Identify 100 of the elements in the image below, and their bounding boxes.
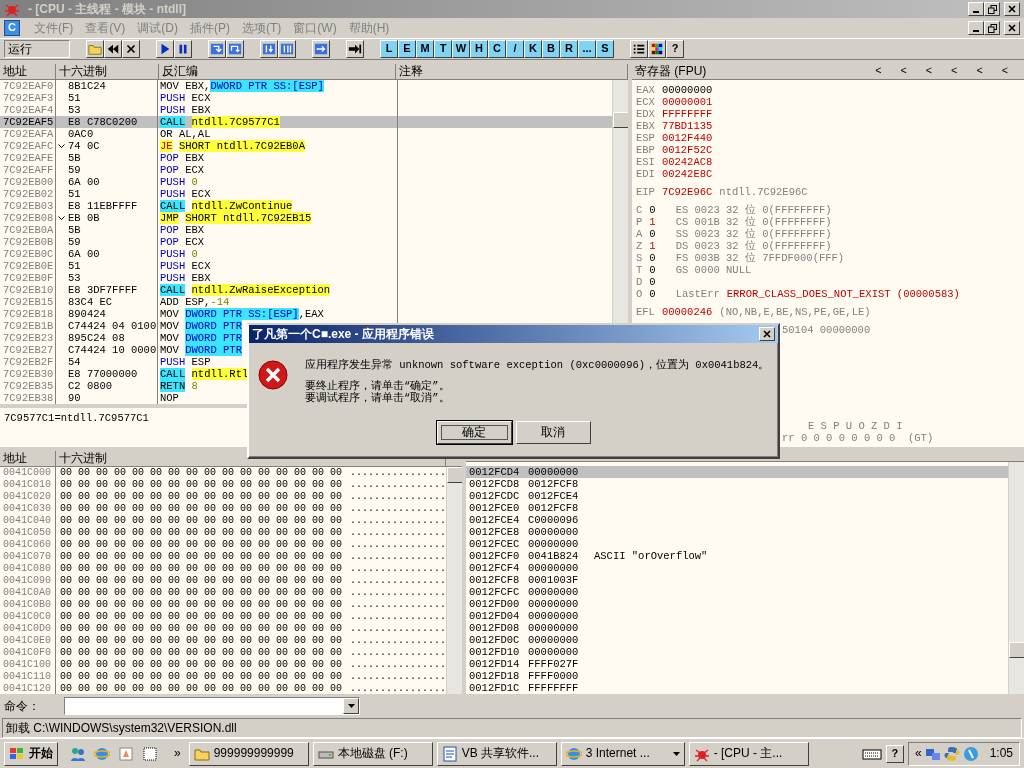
close-button[interactable] (759, 327, 775, 341)
taskbar-button[interactable]: VB 共享软件... (436, 741, 557, 766)
browser-icon (94, 745, 110, 762)
hex-cell: 6A 00 (68, 176, 100, 188)
register-value: 7C92E96C (661, 186, 713, 198)
toolbar-button[interactable] (648, 40, 666, 58)
toolbar-button[interactable]: K (524, 40, 542, 58)
toolbar-button[interactable]: L (380, 40, 398, 58)
address-cell: 7C92EB35 (0, 380, 56, 392)
scrollbar[interactable] (1008, 462, 1024, 694)
toolbar-button[interactable] (226, 40, 244, 58)
hex-cell: 895C24 08 (68, 332, 125, 344)
scroll-thumb[interactable] (1009, 642, 1024, 658)
toolbar-button[interactable]: W (452, 40, 470, 58)
scrollbar[interactable] (446, 467, 462, 694)
address-cell: 0041C000 (0, 467, 56, 479)
dialog-button[interactable]: 取消 (515, 420, 591, 444)
address-cell-text: 0012FCFC (468, 586, 521, 598)
restore-button[interactable] (984, 21, 1000, 35)
value-cell-text: 00000000 (528, 598, 580, 610)
help-button[interactable]: ? (666, 40, 684, 58)
help-button[interactable]: ? (885, 744, 904, 763)
address-cell: 7C92EAFA (0, 128, 56, 140)
taskbar-button[interactable]: 本地磁盘 (F:) (312, 741, 433, 766)
toolbar-button[interactable]: B (542, 40, 560, 58)
minimize-button[interactable] (968, 2, 984, 16)
register-value: 00000001 (661, 96, 713, 108)
column-header[interactable]: 地址 (0, 64, 56, 79)
arrow-button[interactable]: < (973, 64, 999, 79)
restore-button[interactable] (984, 2, 1000, 16)
register-name: EBX (636, 120, 655, 132)
toolbar-button[interactable]: E (398, 40, 416, 58)
quick-launch-button[interactable] (118, 745, 134, 762)
value-cell-text: FFFF027F (528, 658, 580, 670)
command-field[interactable] (64, 697, 360, 715)
start-button[interactable]: 开始 (4, 741, 58, 766)
minimize-button[interactable] (968, 21, 984, 35)
address-cell: 7C92EB08 (0, 212, 56, 224)
toolbar-button[interactable]: ... (578, 40, 596, 58)
more-button[interactable]: » (170, 746, 185, 761)
arrow-button[interactable]: < (897, 64, 923, 79)
toolbar-button[interactable] (278, 40, 296, 58)
quick-launch-button[interactable] (142, 745, 158, 762)
toolbar-button[interactable] (122, 40, 140, 58)
arrow-button[interactable]: < (948, 64, 974, 79)
register-value: 0012F440 (661, 132, 713, 144)
column-header[interactable]: 注释 (396, 64, 628, 79)
comment-cell: ASCII "orOverflow" (594, 550, 708, 562)
scroll-thumb[interactable] (613, 112, 628, 128)
toolbar-button[interactable] (312, 40, 330, 58)
toolbar-button[interactable]: R (560, 40, 578, 58)
close-button[interactable] (1004, 2, 1020, 16)
taskbar-button[interactable]: 3 Internet ... (560, 741, 685, 766)
taskbar-button[interactable]: - [CPU - 主... (688, 741, 809, 766)
toolbar-button[interactable] (174, 40, 192, 58)
register-comment: (NO,NB,E,BE,NS,PE,GE,LE) (719, 306, 871, 318)
toolbar-button[interactable] (260, 40, 278, 58)
hex-cell-text: 00 00 00 00 00 00 00 00 00 00 00 00 00 00 00 00 (59, 539, 344, 551)
arrow-button[interactable]: < (922, 64, 949, 79)
address-cell: 7C92EB03 (0, 200, 56, 212)
ascii-cell-text: ................ (349, 491, 446, 503)
toolbar-button[interactable]: C (488, 40, 506, 58)
hex-cell: 53 (68, 272, 81, 284)
toolbar-button[interactable] (156, 40, 174, 58)
toolbar-button[interactable]: / (506, 40, 524, 58)
toolbar-button[interactable] (104, 40, 122, 58)
column-header[interactable]: 十六进制 (55, 64, 159, 79)
toolbar-button[interactable]: H (470, 40, 488, 58)
selected-row[interactable]: 0012FCD4 00000000 (466, 466, 1008, 478)
fpu-info: 50104 00000000 (782, 324, 871, 336)
selected-row[interactable]: 7C92EAF5 E8 C78C0200 CALL ntdll.7C9577C1 (0, 116, 612, 128)
taskbar-button[interactable]: 999999999999 (188, 741, 309, 766)
address-cell: 0041C120 (0, 683, 56, 694)
address-cell-text: 0012FD04 (468, 610, 521, 622)
value-cell-text: FFFF0000 (528, 670, 580, 682)
address-cell-text: 0012FD0C (468, 634, 521, 646)
arrow-button[interactable]: < (872, 64, 898, 79)
address-cell: 7C92EAFC (0, 140, 56, 152)
expand-tray-button[interactable]: « (914, 746, 922, 761)
instruction-cell: POP ECX (158, 164, 398, 176)
dialog-button[interactable]: 确定 (436, 420, 512, 444)
arrow-button[interactable]: < (998, 64, 1024, 79)
scroll-thumb[interactable] (447, 467, 462, 483)
toolbar-button[interactable] (86, 40, 104, 58)
quick-launch-button[interactable] (70, 745, 86, 762)
dropdown-button[interactable] (343, 698, 359, 714)
column-header[interactable]: 地址 (0, 451, 56, 466)
column-header[interactable]: 反汇编 (158, 64, 397, 79)
address-cell: 7C92EB0A (0, 224, 56, 236)
toolbar-button[interactable] (208, 40, 226, 58)
toolbar-button[interactable]: T (434, 40, 452, 58)
close-button[interactable] (1004, 21, 1020, 35)
address-cell: 7C92EB0C (0, 248, 56, 260)
toolbar-button[interactable]: M (416, 40, 434, 58)
close-icon (763, 330, 771, 338)
toolbar-button[interactable] (630, 40, 648, 58)
toolbar-button[interactable] (346, 40, 364, 58)
toolbar-button[interactable]: S (596, 40, 614, 58)
instruction-cell: POP EBX (158, 152, 398, 164)
segment-info: CS 001B 32 位 0(FFFFFFFF) (675, 216, 832, 228)
